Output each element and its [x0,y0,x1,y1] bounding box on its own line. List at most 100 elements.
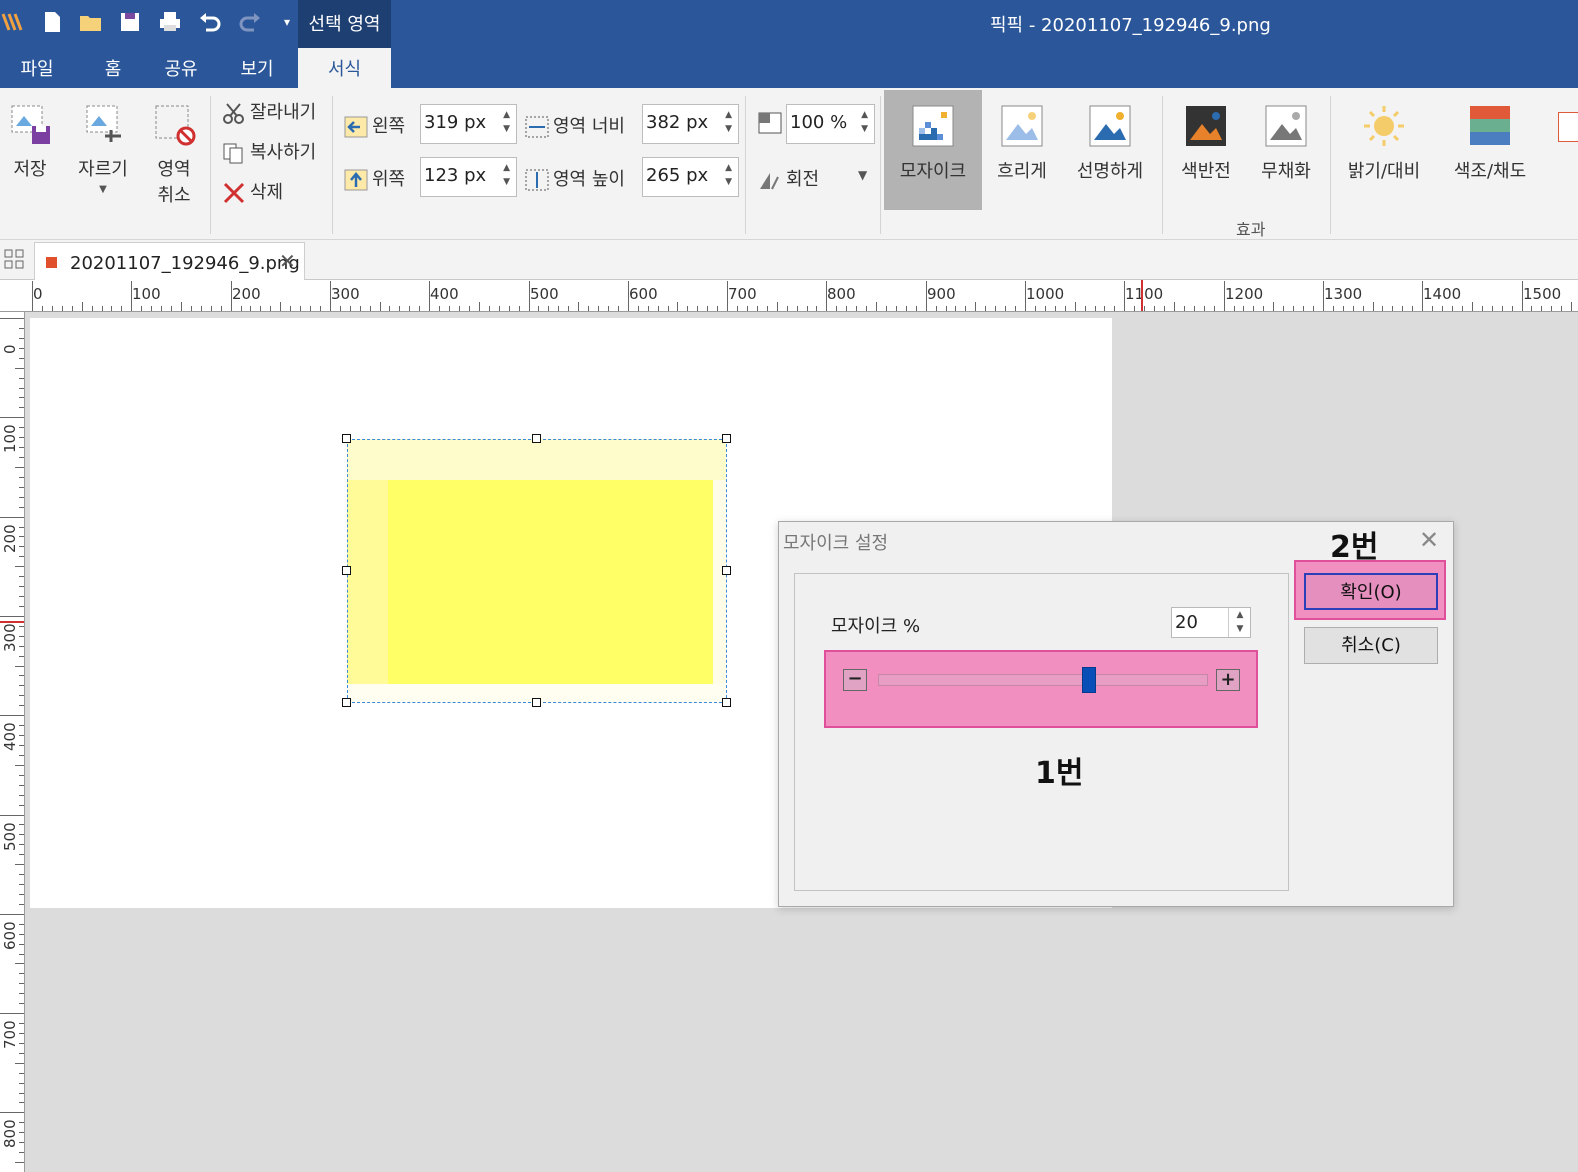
crop-button[interactable]: 자르기 ▼ [70,88,136,208]
effect-grayscale-button[interactable]: 무채화 [1250,90,1322,210]
spin-arrows-icon[interactable]: ▲ ▼ [725,161,732,189]
deselect-button[interactable]: 영역 취소 [146,88,202,212]
rotate-dropdown-icon[interactable]: ▼ [858,168,867,182]
effect-sharpen-button[interactable]: 선명하게 [1066,90,1154,210]
rotate-button[interactable]: 회전 [758,165,819,191]
decrease-minus-icon[interactable]: − [843,669,867,691]
crop-dropdown-icon[interactable]: ▼ [70,184,136,195]
settings-group-box: 모자이크 % 20 ▲ ▼ − + [794,573,1289,891]
ruler-label: 1300 [1324,285,1363,303]
ruler-tick [19,805,24,806]
print-icon[interactable] [156,8,184,36]
ruler-tick [1402,306,1403,311]
left-input[interactable]: 319 px ▲ ▼ [420,104,517,144]
ruler-tick [757,306,758,311]
top-input[interactable]: 123 px ▲ ▼ [420,157,517,197]
ruler-tick [1055,306,1056,311]
customize-dropdown-icon[interactable]: ▾ [276,8,298,36]
effect-hue-saturation-button[interactable]: 색조/채도 [1444,90,1536,210]
ruler-tick [975,302,976,311]
document-tab-filename: 20201107_192946_9.png [70,253,300,274]
copy-button[interactable]: 복사하기 [222,138,316,164]
ruler-tick [181,302,182,311]
ruler-tick [0,616,24,617]
tab-format[interactable]: 서식 [298,48,391,88]
left-value: 319 px [424,112,487,133]
ruler-tick [19,596,24,597]
save-label: 저장 [13,159,47,180]
resize-handle[interactable] [532,698,541,707]
cancel-button[interactable]: 취소(C) [1304,627,1438,664]
height-input[interactable]: 265 px ▲ ▼ [642,157,739,197]
tab-file[interactable]: 파일 [0,48,74,88]
ruler-tick [1472,302,1473,311]
ok-button[interactable]: 확인(O) [1304,573,1438,610]
tab-share[interactable]: 공유 [150,48,212,88]
resize-handle[interactable] [532,434,541,443]
up-arrow-icon [344,169,368,191]
effect-blur-button[interactable]: 흐리게 [986,90,1058,210]
redo-icon[interactable] [236,8,264,36]
zoom-input[interactable]: 100 % ▲ ▼ [786,104,875,144]
ruler-tick [489,306,490,311]
new-file-icon[interactable] [38,8,66,36]
spin-arrows-icon[interactable]: ▲ ▼ [725,108,732,136]
tab-view[interactable]: 보기 [226,48,288,88]
hue-saturation-label: 색조/채도 [1453,161,1527,182]
spin-arrows-icon[interactable]: ▲ ▼ [503,161,510,189]
close-tab-icon[interactable]: ✕ [279,249,296,273]
ruler-tick [52,306,53,311]
effect-mosaic-button[interactable]: 모자이크 [884,90,982,210]
ruler-cursor-marker [1141,280,1143,311]
zoom-square-icon [758,112,782,134]
resize-handle[interactable] [342,566,351,575]
grid-view-icon[interactable] [4,249,24,269]
increase-plus-icon[interactable]: + [1216,669,1240,691]
open-folder-icon[interactable] [77,8,105,36]
mosaic-percent-input[interactable]: 20 ▲ ▼ [1171,607,1251,638]
ruler-tick [19,755,24,756]
percent-spin-arrows-icon[interactable]: ▲ ▼ [1228,608,1251,637]
dialog-close-icon[interactable]: ✕ [1419,526,1439,554]
mosaic-slider-thumb[interactable] [1082,667,1096,693]
ruler-tick [19,397,24,398]
ruler-tick [19,983,24,984]
undo-icon[interactable] [196,8,224,36]
resize-handle[interactable] [722,566,731,575]
ruler-label: 1400 [1423,285,1462,303]
ruler-tick [1482,306,1483,311]
mosaic-slider-track[interactable] [878,674,1208,686]
ruler-tick [19,536,24,537]
cut-button[interactable]: 잘라내기 [222,98,316,124]
ruler-tick [558,306,559,311]
save-disk-icon[interactable] [116,8,144,36]
ruler-tick [1075,302,1076,311]
document-tab[interactable]: 20201107_192946_9.png ✕ [34,242,305,280]
effect-more-button[interactable] [1552,90,1578,210]
effect-invert-button[interactable]: 색반전 [1170,90,1242,210]
pen-logo-icon[interactable] [0,8,28,36]
annotation-label-2: 2번 [1330,530,1379,565]
ruler-tick [1234,306,1235,311]
resize-handle[interactable] [722,434,731,443]
ruler-label: 800 [827,285,856,303]
ruler-tick [1343,306,1344,311]
delete-button[interactable]: 삭제 [222,178,283,204]
resize-handle[interactable] [342,698,351,707]
ruler-tick [1273,302,1274,311]
ruler-tick [846,306,847,311]
spin-arrows-icon[interactable]: ▲ ▼ [861,108,868,136]
effect-brightness-button[interactable]: 밝기/대비 [1338,90,1430,210]
spin-arrows-icon[interactable]: ▲ ▼ [503,108,510,136]
resize-handle[interactable] [722,698,731,707]
ruler-tick [1134,306,1135,311]
width-input[interactable]: 382 px ▲ ▼ [642,104,739,144]
ruler-tick [19,656,24,657]
ruler-tick [1363,306,1364,311]
ruler-tick [19,884,24,885]
ribbon-separator [1162,96,1163,234]
resize-handle[interactable] [342,434,351,443]
ruler-tick [0,715,24,716]
save-button[interactable]: 저장 [2,88,58,208]
tab-home[interactable]: 홈 [82,48,144,88]
